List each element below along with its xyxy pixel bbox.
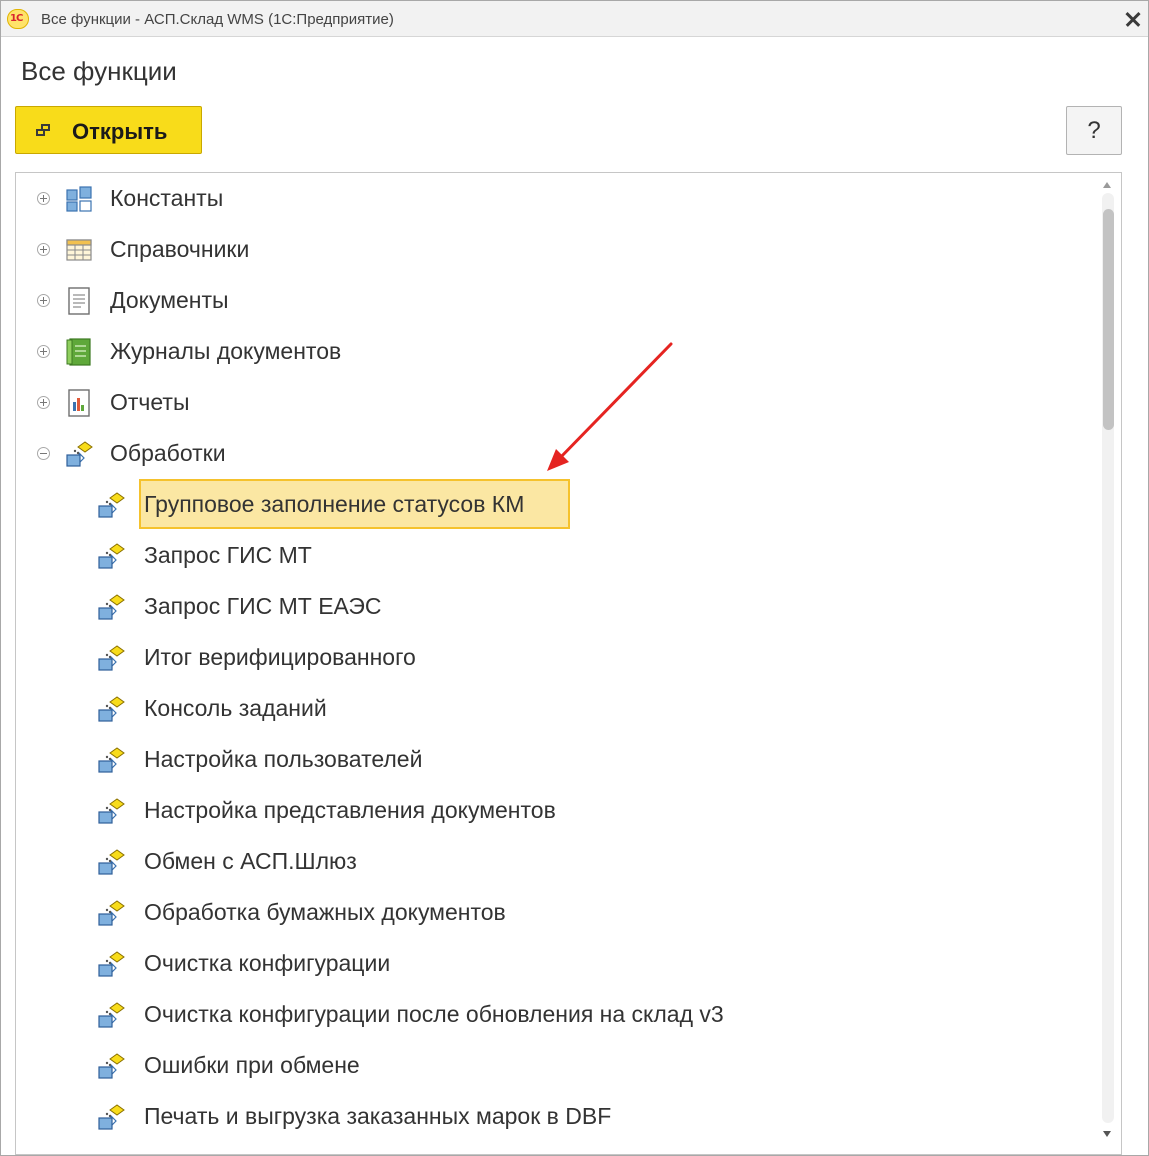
tree-node-processor[interactable]: Обмен с АСП.Шлюз (16, 836, 1096, 887)
tree-node-label: Очистка конфигурации (144, 950, 391, 976)
tree-node-label: Константы (110, 185, 224, 211)
tree-node-label: Запрос ГИС МТ ЕАЭС (144, 593, 382, 619)
tree-node-processor[interactable]: Ошибки при обмене (16, 1040, 1096, 1091)
scrollbar-thumb[interactable] (1103, 209, 1114, 430)
expand-icon[interactable] (37, 345, 50, 358)
tree-node-label: Документы (110, 287, 229, 313)
data-processors-icon (66, 441, 93, 467)
window-title: Все функции - АСП.Склад WMS (1С:Предприя… (41, 11, 394, 28)
tree-node-label: Очистка конфигурации после обновления на… (144, 1001, 724, 1027)
tree-node-processor[interactable]: Консоль заданий (16, 683, 1096, 734)
tree-node-documents[interactable]: Документы (16, 275, 1096, 326)
data-processor-icon (98, 747, 125, 773)
open-button[interactable]: Открыть (15, 106, 202, 154)
tree-node-data-processors[interactable]: Обработки (16, 428, 1096, 479)
title-bar: 1С Все функции - АСП.Склад WMS (1С:Предп… (1, 1, 1148, 37)
close-button[interactable] (1119, 5, 1147, 33)
data-processor-icon (98, 492, 125, 518)
tree-node-processor[interactable]: Запрос ГИС МТ ЕАЭС (16, 581, 1096, 632)
tree-node-label: Консоль заданий (144, 695, 327, 721)
data-processor-icon (98, 849, 125, 875)
data-processor-icon (98, 645, 125, 671)
data-processor-icon (98, 900, 125, 926)
data-processor-icon (98, 696, 125, 722)
tree-node-label: Журналы документов (110, 338, 342, 364)
page-title: Все функции (21, 56, 177, 86)
data-processor-icon (98, 1104, 125, 1130)
expand-icon[interactable] (37, 396, 50, 409)
tree-node-processor[interactable]: Очистка конфигурации (16, 938, 1096, 989)
scroll-down-arrow[interactable] (1103, 1131, 1111, 1137)
reports-icon (68, 389, 90, 417)
tree-node-processor[interactable]: Итог верифицированного (16, 632, 1096, 683)
open-button-label: Открыть (72, 119, 168, 144)
data-processor-icon (98, 543, 125, 569)
tree-node-label: Обмен с АСП.Шлюз (144, 848, 357, 874)
expand-icon[interactable] (37, 294, 50, 307)
data-processor-icon (98, 594, 125, 620)
tree-node-label: Групповое заполнение статусов КМ (144, 491, 525, 517)
help-button[interactable]: ? (1066, 106, 1122, 155)
tree-node-processor[interactable]: Запрос ГИС МТ (16, 530, 1096, 581)
documents-icon (68, 287, 90, 315)
data-processor-icon (98, 798, 125, 824)
tree-node-label: Настройка пользователей (144, 746, 423, 772)
tree-node-label: Запрос ГИС МТ (144, 542, 312, 568)
data-processor-icon (98, 1002, 125, 1028)
tree-node-constants[interactable]: Константы (16, 173, 1096, 224)
tree-node-processor[interactable]: Очистка конфигурации после обновления на… (16, 989, 1096, 1040)
help-button-label: ? (1087, 117, 1101, 144)
tree-node-catalogs[interactable]: Справочники (16, 224, 1096, 275)
functions-tree[interactable]: Константы Справочники Документы Журналы … (15, 172, 1122, 1155)
tree-node-document-journals[interactable]: Журналы документов (16, 326, 1096, 377)
catalogs-icon (66, 239, 92, 261)
tree-node-label: Обработки (110, 440, 226, 466)
open-icon (36, 124, 52, 138)
collapse-icon[interactable] (37, 447, 50, 460)
tree-node-processor[interactable]: Настройка пользователей (16, 734, 1096, 785)
tree-node-processor[interactable]: Печать и выгрузка заказанных марок в DBF (16, 1091, 1096, 1142)
tree-node-label: Итог верифицированного (144, 644, 416, 670)
1c-logo-icon: 1С (7, 9, 29, 29)
tree-node-processor[interactable]: Настройка представления документов (16, 785, 1096, 836)
tree-node-label: Справочники (110, 236, 250, 262)
data-processor-icon (98, 1053, 125, 1079)
tree-node-label: Настройка представления документов (144, 797, 556, 823)
tree-node-label: Отчеты (110, 389, 190, 415)
tree-node-label: Ошибки при обмене (144, 1052, 360, 1078)
expand-icon[interactable] (37, 192, 50, 205)
expand-icon[interactable] (37, 243, 50, 256)
constants-icon (66, 186, 92, 212)
data-processor-icon (98, 951, 125, 977)
tree-node-reports[interactable]: Отчеты (16, 377, 1096, 428)
document-journals-icon (66, 338, 91, 366)
scroll-up-arrow[interactable] (1103, 182, 1111, 188)
tree-node-label: Печать и выгрузка заказанных марок в DBF (144, 1103, 612, 1129)
tree-node-processor[interactable]: Групповое заполнение статусов КМ (16, 479, 1096, 530)
tree-node-label: Обработка бумажных документов (144, 899, 506, 925)
tree-node-processor[interactable]: Обработка бумажных документов (16, 887, 1096, 938)
all-functions-window: 1С Все функции - АСП.Склад WMS (1С:Предп… (0, 0, 1149, 1156)
